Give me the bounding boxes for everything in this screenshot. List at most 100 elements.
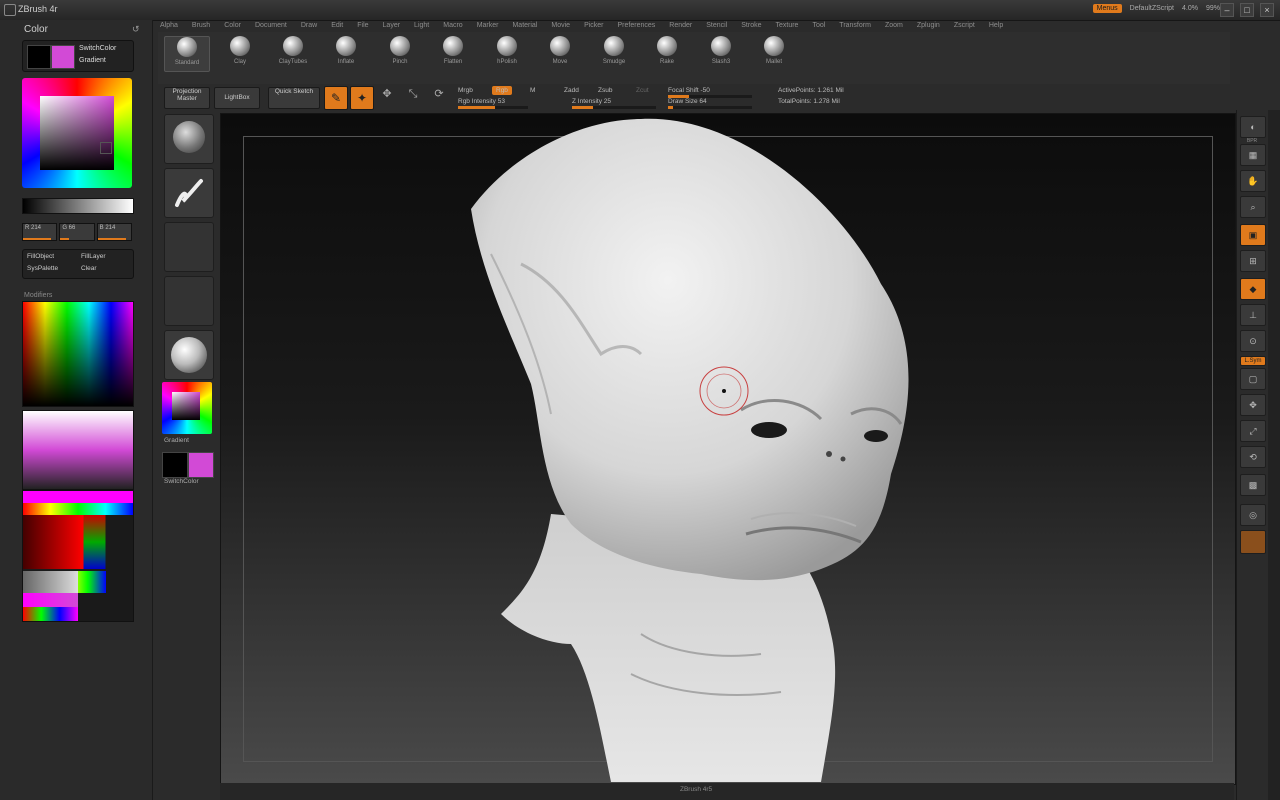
menu-item-render[interactable]: Render [669,22,692,32]
switch-color-button[interactable]: SwitchColor [79,45,116,52]
material-tile[interactable] [164,330,214,380]
color-picker-square[interactable] [40,96,114,170]
minimize-icon[interactable]: – [1220,3,1234,17]
modifiers-label[interactable]: Modifiers [24,292,52,299]
zcut-button[interactable]: Zcut [636,87,649,94]
brush-move[interactable]: Move [538,36,582,65]
panel-pin-icon[interactable]: ↺ [132,24,140,35]
aahalf-button[interactable]: ⊞ [1240,250,1266,272]
current-brush-tile[interactable] [164,114,214,164]
transp-button[interactable]: ◎ [1240,504,1266,526]
edit-button[interactable]: ✎ [324,86,348,110]
brush-clay[interactable]: Clay [218,36,262,65]
brush-rake[interactable]: Rake [645,36,689,65]
scale-view-button[interactable]: ⤢ [1240,420,1266,442]
tint-picker[interactable] [22,410,134,490]
menu-item-preferences[interactable]: Preferences [618,22,656,32]
draw-button[interactable]: ✦ [350,86,374,110]
document-canvas[interactable] [220,113,1236,785]
clear-button[interactable]: Clear [81,265,97,272]
right-scrollbar[interactable] [1268,110,1280,800]
menu-item-file[interactable]: File [357,22,368,32]
close-icon[interactable]: × [1260,3,1274,17]
sculpt-model[interactable] [221,114,1235,784]
solo-button[interactable] [1240,530,1266,554]
zoom-button[interactable]: ⌕ [1240,196,1266,218]
blue-slider[interactable]: B 214 [96,223,132,241]
alpha-tile[interactable] [164,222,214,272]
m-button[interactable]: M [530,87,535,94]
brush-standard[interactable]: Standard [164,36,210,72]
move-button[interactable]: ✥ [376,86,398,108]
mini-picker-square[interactable] [172,392,200,420]
quick-sketch-button[interactable]: Quick Sketch [268,87,320,109]
grey-slider[interactable] [22,198,134,214]
menu-item-macro[interactable]: Macro [443,22,462,32]
color-picker[interactable] [22,78,132,188]
brush-pinch[interactable]: Pinch [378,36,422,65]
mrgb-button[interactable]: Mrgb [458,87,473,94]
default-script-button[interactable]: DefaultZScript [1130,5,1174,12]
frame-button[interactable]: ▢ [1240,368,1266,390]
lsym-button[interactable]: L.Sym [1240,356,1266,366]
brush-hpolish[interactable]: hPolish [485,36,529,65]
menu-item-texture[interactable]: Texture [775,22,798,32]
menu-item-brush[interactable]: Brush [192,22,210,32]
persp-button[interactable]: ◆ [1240,278,1266,300]
menu-item-zoom[interactable]: Zoom [885,22,903,32]
projection-master-button[interactable]: Projection Master [164,87,210,109]
menu-item-zscript[interactable]: Zscript [954,22,975,32]
draw-size-slider[interactable] [668,106,752,109]
menu-item-stencil[interactable]: Stencil [706,22,727,32]
menu-item-document[interactable]: Document [255,22,287,32]
maximize-icon[interactable]: □ [1240,3,1254,17]
local-button[interactable]: ⊙ [1240,330,1266,352]
secondary-color-swatch[interactable] [27,45,51,69]
spix-button[interactable]: ▦ [1240,144,1266,166]
main-color-swatch[interactable] [51,45,75,69]
polyf-button[interactable]: ▩ [1240,474,1266,496]
menu-item-light[interactable]: Light [414,22,429,32]
picker-cursor[interactable] [100,142,112,154]
bpr-button[interactable]: ◐ [1240,116,1266,138]
spectrum-picker[interactable] [22,301,134,407]
gradient-button[interactable]: Gradient [79,57,106,64]
brush-flatten[interactable]: Flatten [431,36,475,65]
floor-button[interactable]: ⊥ [1240,304,1266,326]
stroke-tile[interactable] [164,168,214,218]
menu-item-movie[interactable]: Movie [551,22,570,32]
brush-mallet[interactable]: Mallet [752,36,796,65]
menu-item-zplugin[interactable]: Zplugin [917,22,940,32]
menu-item-tool[interactable]: Tool [812,22,825,32]
brush-slash3[interactable]: Slash3 [699,36,743,65]
menu-item-stroke[interactable]: Stroke [741,22,761,32]
menu-item-color[interactable]: Color [224,22,241,32]
z-intensity-slider[interactable] [572,106,656,109]
menu-item-picker[interactable]: Picker [584,22,603,32]
red-slider[interactable]: R 214 [22,223,58,241]
rotate-view-button[interactable]: ⟲ [1240,446,1266,468]
menus-toggle-button[interactable]: Menus [1092,4,1122,13]
zadd-button[interactable]: Zadd [564,87,579,94]
menu-item-marker[interactable]: Marker [477,22,499,32]
mini-secondary-swatch[interactable] [162,452,188,478]
actual-button[interactable]: ▣ [1240,224,1266,246]
mini-color-picker[interactable] [162,382,212,434]
brush-smudge[interactable]: Smudge [592,36,636,65]
rotate-button[interactable]: ⟳ [428,86,450,108]
menu-item-help[interactable]: Help [989,22,1003,32]
fill-object-button[interactable]: FillObject [27,253,54,260]
mini-main-swatch[interactable] [188,452,214,478]
menu-item-material[interactable]: Material [512,22,537,32]
menu-item-transform[interactable]: Transform [839,22,871,32]
menu-item-draw[interactable]: Draw [301,22,317,32]
lightbox-button[interactable]: LightBox [214,87,260,109]
color-modifier-grid[interactable] [22,490,134,622]
zsub-button[interactable]: Zsub [598,87,612,94]
rgb-button[interactable]: Rgb [492,86,512,95]
scroll-button[interactable]: ✋ [1240,170,1266,192]
sys-palette-button[interactable]: SysPalette [27,265,58,272]
brush-inflate[interactable]: Inflate [324,36,368,65]
brush-claytubes[interactable]: ClayTubes [271,36,315,65]
green-slider[interactable]: G 66 [59,223,95,241]
